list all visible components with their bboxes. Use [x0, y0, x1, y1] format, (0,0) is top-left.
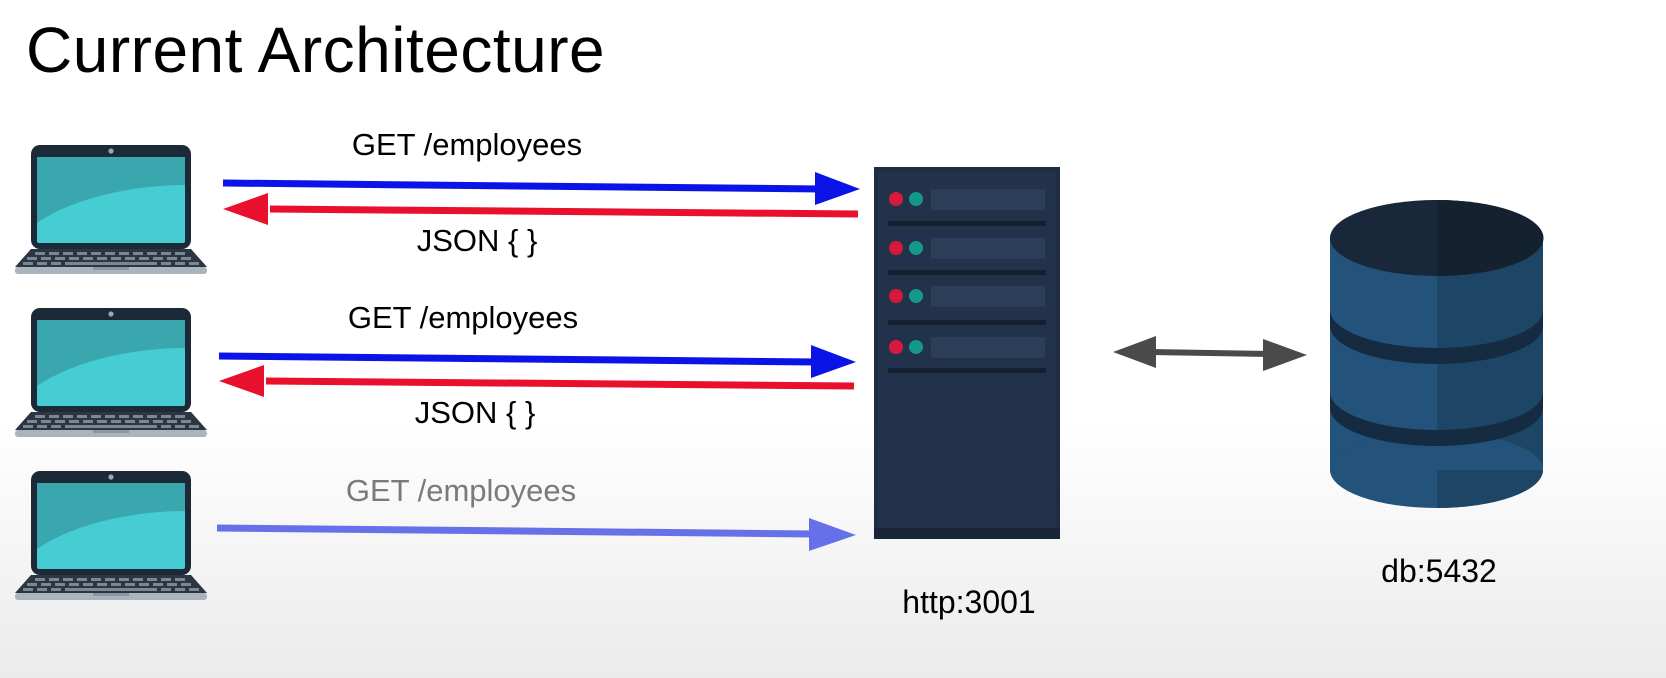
architecture-diagram: GET /employees JSON { } GET /employees J… — [15, 127, 1544, 620]
request-label: GET /employees — [352, 127, 582, 162]
database-cylinder-icon — [1330, 200, 1544, 508]
laptop-client-icon — [15, 471, 207, 600]
request-label: GET /employees — [346, 473, 576, 508]
laptop-client-icon — [15, 145, 207, 274]
response-arrow — [219, 365, 855, 397]
request-arrow — [218, 345, 856, 378]
db-link-arrow — [1113, 336, 1307, 371]
response-label: JSON { } — [417, 223, 538, 258]
laptop-client-icon — [15, 308, 207, 437]
response-arrow — [223, 193, 859, 225]
pending-request-arrow — [216, 518, 856, 551]
response-label: JSON { } — [415, 395, 536, 430]
database-label: db:5432 — [1381, 553, 1497, 589]
server-rack-icon — [874, 167, 1060, 539]
request-arrow — [222, 172, 860, 205]
server-label: http:3001 — [902, 584, 1035, 620]
request-label: GET /employees — [348, 300, 578, 335]
